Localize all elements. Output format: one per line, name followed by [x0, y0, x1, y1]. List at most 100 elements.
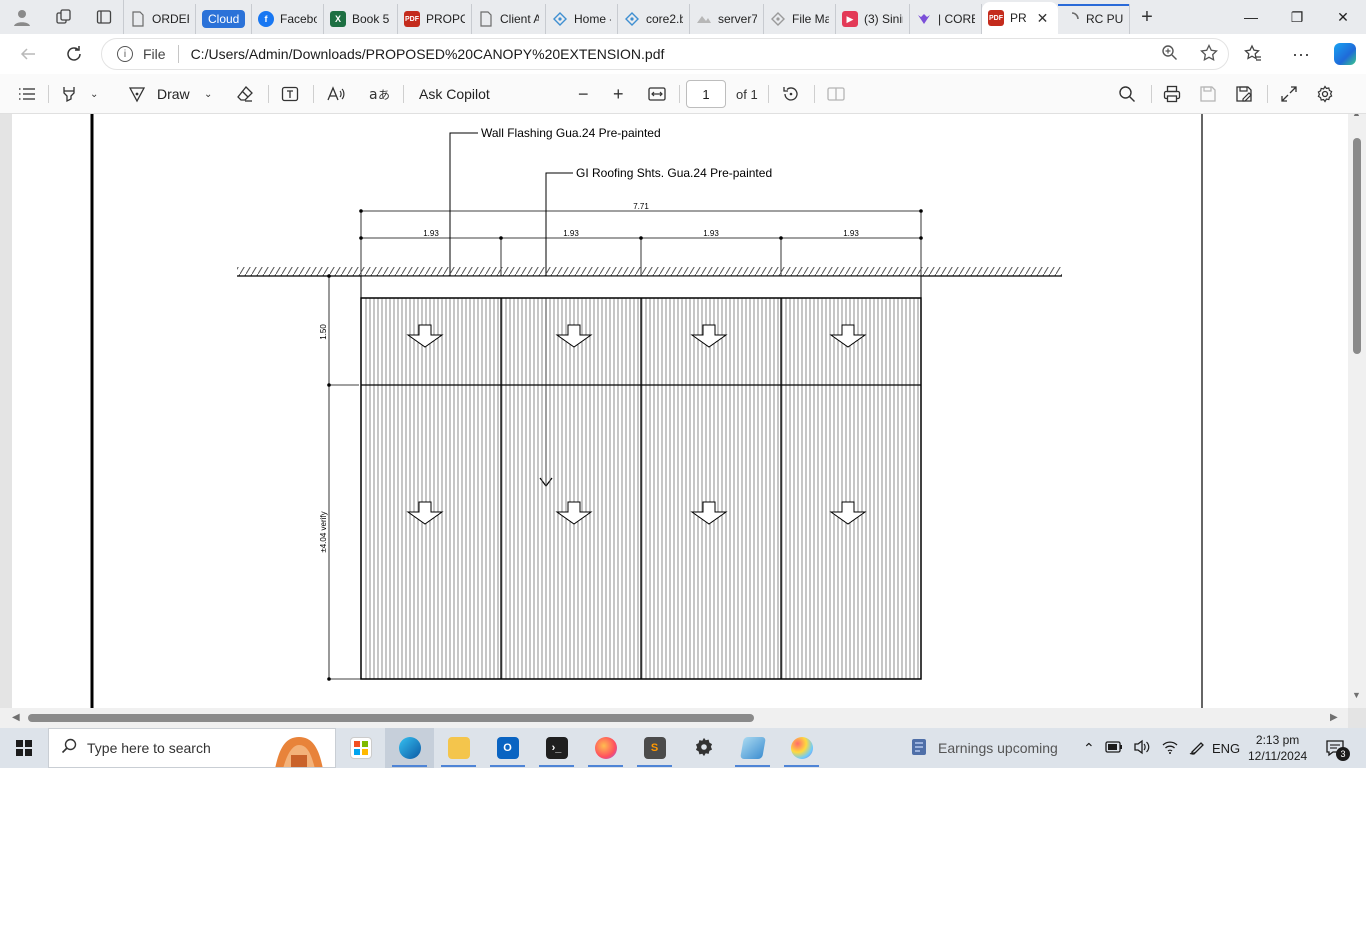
- browser-tab-7[interactable]: core2.b: [618, 4, 690, 34]
- dim-segment-label-4: 1.93: [843, 229, 859, 238]
- more-options-icon[interactable]: ···: [1292, 44, 1310, 65]
- pdf-page[interactable]: Wall Flashing Gua.24 Pre-painted GI Roof…: [12, 114, 1348, 708]
- browser-tab-11[interactable]: | CORE: [910, 4, 982, 34]
- draw-pen-icon[interactable]: [128, 74, 146, 114]
- browser-tab-8[interactable]: server7: [690, 4, 764, 34]
- add-text-icon[interactable]: [281, 74, 299, 114]
- tab-label: PROPO: [426, 12, 465, 26]
- browser-tab-9[interactable]: File Ma: [764, 4, 836, 34]
- highlight-dropdown-chevron-icon[interactable]: ⌄: [90, 74, 98, 114]
- eraser-icon[interactable]: [236, 74, 254, 114]
- horizontal-scrollbar[interactable]: ◀ ▶: [0, 708, 1348, 728]
- news-widget[interactable]: Earnings upcoming: [910, 728, 1058, 768]
- start-button[interactable]: [0, 728, 48, 768]
- read-aloud-icon[interactable]: [326, 74, 346, 114]
- site-info-icon[interactable]: i: [117, 46, 133, 62]
- notification-icon: 3: [1324, 737, 1350, 761]
- save-icon[interactable]: [1199, 74, 1217, 114]
- notification-center[interactable]: 3: [1324, 728, 1350, 768]
- notification-count: 3: [1336, 747, 1350, 761]
- browser-tab-2[interactable]: f Facebo: [252, 4, 324, 34]
- taskbar-outlook-app[interactable]: O: [483, 728, 532, 768]
- horizontal-scroll-thumb[interactable]: [28, 714, 754, 722]
- fullscreen-icon[interactable]: [1280, 74, 1298, 114]
- contents-list-icon[interactable]: [18, 74, 36, 114]
- battery-icon[interactable]: [1105, 740, 1123, 756]
- volume-icon[interactable]: [1133, 739, 1151, 758]
- new-tab-button[interactable]: +: [1130, 6, 1164, 29]
- browser-tab-13[interactable]: RC PUZ: [1058, 4, 1130, 34]
- dim-segment-label-3: 1.93: [703, 229, 719, 238]
- zoom-icon[interactable]: [1161, 44, 1178, 67]
- taskbar-search[interactable]: Type here to search: [48, 728, 336, 768]
- scroll-right-arrow-icon[interactable]: ▶: [1330, 712, 1338, 723]
- settings-gear-icon[interactable]: [1316, 74, 1334, 114]
- draw-dropdown-chevron-icon[interactable]: ⌄: [204, 74, 212, 114]
- address-bar: i File C:/Users/Admin/Downloads/PROPOSED…: [0, 34, 1366, 74]
- vertical-scrollbar[interactable]: ▲ ▼: [1348, 114, 1366, 708]
- zoom-in-icon[interactable]: +: [613, 74, 624, 114]
- browser-tab-5[interactable]: Client A: [472, 4, 546, 34]
- page-view-icon[interactable]: [827, 74, 845, 114]
- browser-tab-4[interactable]: PDF PROPO: [398, 4, 472, 34]
- taskbar-notepad-app[interactable]: [728, 728, 777, 768]
- browser-tab-0[interactable]: ORDER: [124, 4, 196, 34]
- taskbar-store-app[interactable]: [336, 728, 385, 768]
- taskbar-terminal-app[interactable]: ›_: [532, 728, 581, 768]
- canopy-drawing: Wall Flashing Gua.24 Pre-painted GI Roof…: [90, 114, 1203, 708]
- edge-icon: [398, 737, 421, 759]
- favorites-icon[interactable]: [1244, 43, 1262, 65]
- tab-label: Client A: [500, 12, 539, 26]
- save-as-icon[interactable]: [1235, 74, 1253, 114]
- tab-label: core2.b: [646, 12, 683, 26]
- tab-actions-icon[interactable]: [84, 0, 124, 34]
- fit-to-width-icon[interactable]: [648, 74, 666, 114]
- copilot-icon[interactable]: [1334, 43, 1356, 65]
- scroll-up-arrow-icon[interactable]: ▲: [1352, 114, 1361, 118]
- taskbar-edge-app[interactable]: [385, 728, 434, 768]
- browser-tab-6[interactable]: Home -: [546, 4, 618, 34]
- back-button[interactable]: [10, 38, 46, 70]
- pen-ink-icon[interactable]: [1189, 739, 1207, 758]
- highlight-icon[interactable]: [60, 74, 78, 114]
- scroll-left-arrow-icon[interactable]: ◀: [12, 712, 20, 723]
- taskbar-settings-app[interactable]: [679, 728, 728, 768]
- taskbar-sublime-app[interactable]: S: [630, 728, 679, 768]
- print-icon[interactable]: [1163, 74, 1181, 114]
- refresh-button[interactable]: [56, 38, 92, 70]
- taskbar-paint-app[interactable]: [777, 728, 826, 768]
- ask-copilot-button[interactable]: Ask Copilot: [419, 74, 490, 114]
- page-number-input[interactable]: 1: [686, 80, 726, 108]
- rotate-icon[interactable]: [782, 74, 800, 114]
- browser-tab-1[interactable]: Cloud: [196, 4, 252, 34]
- browser-tab-10[interactable]: ▶ (3) Sinir: [836, 4, 910, 34]
- tab-label: ORDER: [152, 12, 189, 26]
- wifi-icon[interactable]: [1161, 739, 1179, 758]
- vertical-scroll-thumb[interactable]: [1353, 138, 1361, 354]
- pdf-viewport[interactable]: Wall Flashing Gua.24 Pre-painted GI Roof…: [0, 114, 1366, 728]
- close-tab-icon[interactable]: ✕: [1037, 10, 1049, 27]
- workspaces-icon[interactable]: [44, 0, 84, 34]
- translate-icon[interactable]: aあ: [369, 74, 389, 114]
- roof-sheets: [364, 298, 920, 679]
- browser-tab-3[interactable]: X Book 5: [324, 4, 398, 34]
- clock[interactable]: 2:13 pm 12/11/2024: [1248, 728, 1307, 768]
- profile-icon[interactable]: [0, 0, 44, 34]
- close-window-button[interactable]: ✕: [1320, 0, 1366, 34]
- language-indicator[interactable]: ENG: [1212, 728, 1240, 768]
- zoom-out-icon[interactable]: −: [578, 74, 589, 114]
- show-hidden-icons-chevron-icon[interactable]: ⌃: [1083, 740, 1095, 757]
- scroll-down-arrow-icon[interactable]: ▼: [1352, 690, 1361, 700]
- browser-tab-12[interactable]: PDF PR ✕: [982, 2, 1058, 34]
- taskbar-explorer-app[interactable]: [434, 728, 483, 768]
- taskbar-firefox-app[interactable]: [581, 728, 630, 768]
- draw-button[interactable]: Draw: [157, 74, 190, 114]
- url-field[interactable]: i File C:/Users/Admin/Downloads/PROPOSED…: [101, 38, 1229, 70]
- dim-height-upper-label: 1.50: [319, 324, 328, 340]
- restore-button[interactable]: ❐: [1274, 0, 1320, 34]
- favorite-star-icon[interactable]: [1200, 43, 1218, 67]
- tab-label: Home -: [574, 12, 611, 26]
- find-icon[interactable]: [1118, 74, 1136, 114]
- minimize-button[interactable]: —: [1228, 0, 1274, 34]
- url-text[interactable]: C:/Users/Admin/Downloads/PROPOSED%20CANO…: [191, 46, 665, 62]
